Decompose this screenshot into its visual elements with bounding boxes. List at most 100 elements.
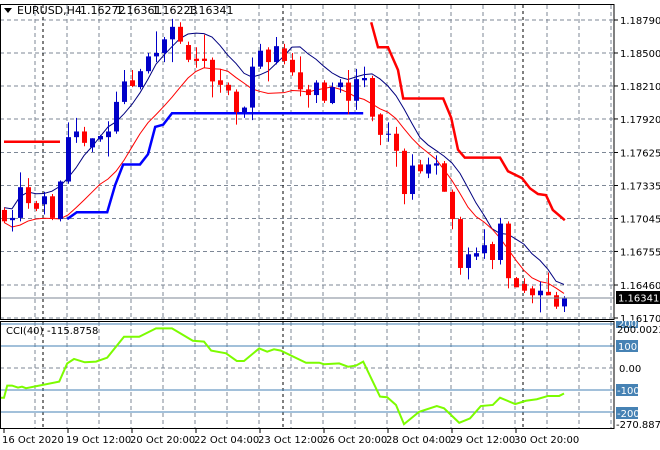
bullish-candle[interactable] <box>538 281 543 313</box>
bullish-candle[interactable] <box>90 138 95 152</box>
candle-body <box>458 219 463 268</box>
bearish-candle[interactable] <box>506 221 511 289</box>
bullish-candle[interactable] <box>146 52 151 74</box>
bearish-candle[interactable] <box>458 216 463 275</box>
ma-low-line <box>3 67 565 294</box>
bearish-candle[interactable] <box>202 34 207 68</box>
ohlc-close: 1.16341 <box>188 4 234 17</box>
bullish-candle[interactable] <box>242 106 247 118</box>
dropdown-triangle-icon[interactable] <box>4 8 12 13</box>
symbol-label: EURUSD,H4 <box>17 4 82 17</box>
cci-level-label-minus200: -200 <box>617 409 640 420</box>
cci-panel[interactable] <box>0 323 614 426</box>
time-axis: 16 Oct 2020 19 Oct 12:0020 Oct 20:0022 Oc… <box>2 429 579 446</box>
bearish-candle[interactable] <box>82 126 87 147</box>
bearish-candle[interactable] <box>546 272 551 296</box>
bullish-candle[interactable] <box>250 57 255 121</box>
current-price-label: 1.16341 <box>618 294 659 305</box>
bearish-candle[interactable] <box>322 80 327 104</box>
candle-body <box>138 71 143 88</box>
bearish-candle[interactable] <box>522 278 527 293</box>
bullish-candle[interactable] <box>474 247 479 260</box>
bearish-candle[interactable] <box>266 47 271 82</box>
bearish-candle[interactable] <box>402 148 407 205</box>
time-tick-label: 22 Oct 04:00 <box>194 435 259 446</box>
candle-body <box>466 254 471 268</box>
bullish-candle[interactable] <box>122 70 127 105</box>
bearish-candle[interactable] <box>306 84 311 108</box>
bullish-candle[interactable] <box>106 121 111 157</box>
candle-body <box>306 89 311 96</box>
bearish-candle[interactable] <box>178 22 183 44</box>
bullish-candle[interactable] <box>18 172 23 222</box>
bullish-candle[interactable] <box>74 117 79 143</box>
candle-body <box>154 52 159 57</box>
bullish-candle[interactable] <box>338 79 343 93</box>
bullish-candle[interactable] <box>466 247 471 280</box>
candle-body <box>250 66 255 108</box>
candle-body <box>210 59 215 82</box>
bullish-candle[interactable] <box>410 154 415 200</box>
price-axis: 1.18790 1.18500 1.18210 1.17920 1.17625 1.173… <box>614 16 660 325</box>
trading-chart[interactable]: EURUSD,H4 1.16272 1.16361 1.16223 1.1634… <box>0 0 660 450</box>
bullish-candle[interactable] <box>170 18 175 63</box>
bearish-candle[interactable] <box>50 194 55 221</box>
price-tick-label: 1.18500 <box>620 49 660 60</box>
bullish-candle[interactable] <box>114 91 119 134</box>
bullish-candle[interactable] <box>562 296 567 312</box>
cci-axis-max: 200.0023 <box>617 325 660 336</box>
candle-body <box>50 196 55 218</box>
time-tick-label: 16 Oct 2020 <box>2 435 64 446</box>
candle-body <box>322 82 327 101</box>
bullish-candle[interactable] <box>162 37 167 63</box>
cci-level-label-minus100: -100 <box>617 386 640 397</box>
cci-value: -115.8758 <box>47 326 98 337</box>
bearish-candle[interactable] <box>218 68 223 93</box>
candle-body <box>194 58 199 61</box>
candle-body <box>338 82 343 88</box>
time-tick-label: 19 Oct 12:00 <box>66 435 131 446</box>
candles[interactable] <box>2 18 567 313</box>
price-tick-label: 1.16755 <box>620 247 660 258</box>
candle-body <box>266 49 271 63</box>
bearish-candle[interactable] <box>442 161 447 192</box>
bearish-candle[interactable] <box>378 113 383 146</box>
bearish-candle[interactable] <box>554 291 559 309</box>
candle-body <box>378 114 383 135</box>
candle-body <box>10 217 15 221</box>
candle-body <box>386 133 391 135</box>
bullish-candle[interactable] <box>362 66 367 88</box>
bullish-candle[interactable] <box>274 37 279 65</box>
candle-body <box>434 163 439 166</box>
cci-zero-label: 0.00 <box>619 364 641 375</box>
bullish-candle[interactable] <box>498 217 503 265</box>
candle-body <box>330 87 335 104</box>
bearish-candle[interactable] <box>210 57 215 98</box>
cci-label: CCI(40) <box>6 326 44 337</box>
bearish-candle[interactable] <box>26 178 31 209</box>
bearish-candle[interactable] <box>2 207 7 223</box>
bearish-candle[interactable] <box>346 70 351 115</box>
candle-body <box>258 50 263 67</box>
bearish-candle[interactable] <box>514 277 519 288</box>
bullish-candle[interactable] <box>426 157 431 179</box>
candle-body <box>498 223 503 260</box>
bearish-candle[interactable] <box>298 56 303 97</box>
candle-body <box>178 26 183 42</box>
bearish-candle[interactable] <box>530 286 535 304</box>
bullish-candle[interactable] <box>10 209 15 232</box>
bullish-candle[interactable] <box>58 180 63 222</box>
candle-body <box>82 131 87 143</box>
candle-body <box>170 26 175 40</box>
bearish-candle[interactable] <box>394 126 399 167</box>
bearish-candle[interactable] <box>186 41 191 63</box>
bearish-candle[interactable] <box>490 241 495 270</box>
candle-body <box>346 82 351 101</box>
bullish-candle[interactable] <box>138 68 143 90</box>
bearish-candle[interactable] <box>370 75 375 122</box>
bullish-candle[interactable] <box>154 31 159 63</box>
candle-body <box>122 81 127 102</box>
candle-body <box>130 80 135 86</box>
candle-body <box>282 48 287 61</box>
bullish-candle[interactable] <box>314 80 319 104</box>
